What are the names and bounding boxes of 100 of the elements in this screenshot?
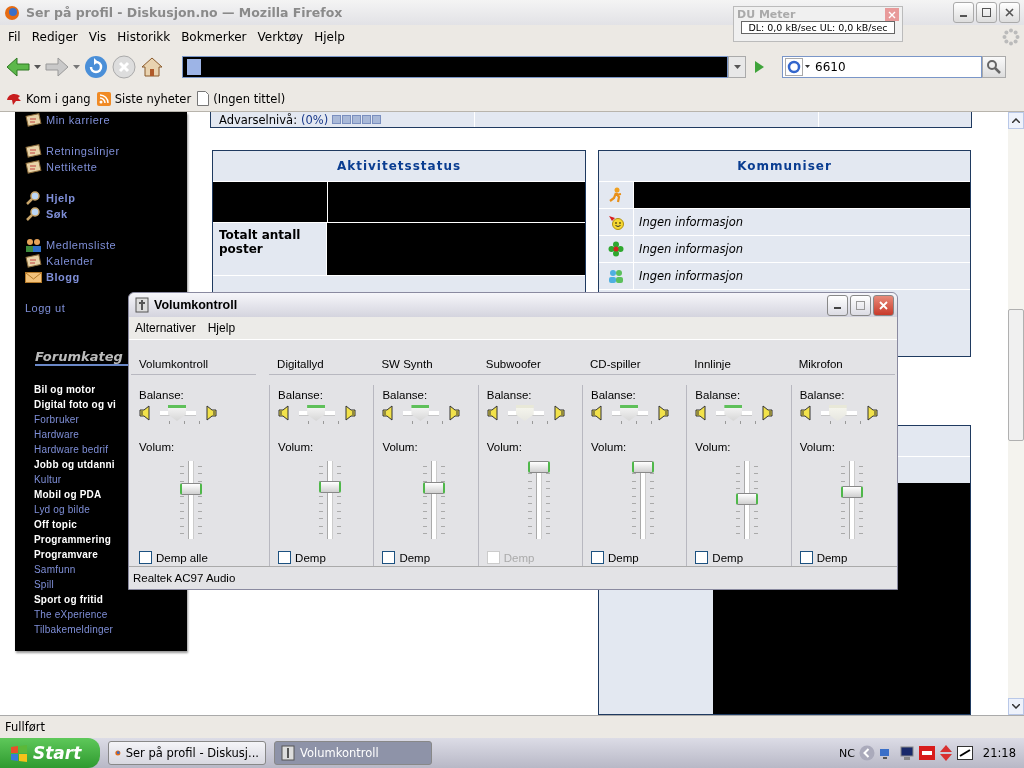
mute-checkbox[interactable]: Demp alle: [139, 551, 267, 564]
minimize-button[interactable]: [953, 2, 974, 23]
sidebar-link[interactable]: Søk: [25, 206, 68, 222]
menu-item[interactable]: Fil: [4, 29, 28, 44]
slider-thumb[interactable]: [319, 480, 342, 493]
category-link[interactable]: Jobb og utdanni: [34, 459, 115, 474]
back-icon[interactable]: [6, 56, 30, 78]
chevron-icon[interactable]: [858, 745, 875, 761]
speaker-icon: [656, 405, 670, 421]
category-link[interactable]: The eXperience: [34, 609, 108, 624]
feed-icon: [96, 91, 111, 106]
sidebar-link[interactable]: Logg ut: [25, 300, 66, 316]
category-link[interactable]: Lyd og bilde: [34, 504, 90, 519]
bookmark-link[interactable]: Siste nyheter: [96, 91, 192, 106]
graphics-card-icon[interactable]: [918, 746, 935, 760]
sidebar-link[interactable]: Hjelp: [25, 190, 76, 206]
stop-icon[interactable]: [112, 55, 136, 79]
notes-icon: [25, 113, 42, 127]
slider-thumb[interactable]: [168, 405, 186, 421]
category-link[interactable]: Kultur: [34, 474, 62, 489]
warning-meter-icon: [332, 115, 382, 124]
table-cell-text: Ingen informasjon: [638, 214, 745, 231]
balance-label: Balanse:: [139, 389, 185, 401]
menu-item[interactable]: Historikk: [113, 29, 178, 44]
category-link[interactable]: Programvare: [34, 549, 98, 564]
speaker-icon: [864, 405, 878, 421]
address-field[interactable]: [182, 56, 728, 78]
slider-thumb[interactable]: [840, 486, 863, 499]
bookmark-link[interactable]: Kom i gang: [6, 91, 91, 106]
sidebar-link[interactable]: Medlemsliste: [25, 237, 117, 253]
people-icon: [608, 268, 624, 284]
volume-slider[interactable]: [177, 461, 205, 539]
caret-icon[interactable]: [73, 65, 80, 69]
reload-icon[interactable]: [84, 55, 108, 79]
category-link[interactable]: Spill: [34, 579, 54, 594]
category-link[interactable]: Programmering: [34, 534, 112, 549]
slider-thumb[interactable]: [632, 461, 655, 473]
category-link[interactable]: Forbruker: [34, 414, 80, 429]
caret-icon[interactable]: [34, 65, 41, 69]
mute-checkbox[interactable]: Demp: [695, 551, 791, 564]
language-indicator[interactable]: NC: [838, 746, 855, 760]
category-link[interactable]: Hardware bedrif: [34, 444, 109, 459]
page-icon: [187, 59, 201, 75]
close-button[interactable]: [873, 294, 894, 316]
search-button[interactable]: [982, 56, 1006, 78]
slider-thumb[interactable]: [724, 405, 743, 421]
sidebar-link[interactable]: Kalender: [25, 253, 95, 269]
category-link[interactable]: Samfunn: [34, 564, 76, 579]
monitor-icon[interactable]: [898, 745, 915, 761]
slider-thumb[interactable]: [180, 482, 202, 495]
minimize-icon: [834, 307, 841, 309]
slider-thumb[interactable]: [423, 482, 446, 495]
menu-item[interactable]: Alternativer: [135, 321, 196, 335]
mute-checkbox[interactable]: Demp: [591, 551, 687, 564]
sidebar-link[interactable]: Blogg: [25, 269, 80, 285]
minimize-button[interactable]: [827, 294, 848, 316]
slider-thumb[interactable]: [620, 405, 639, 421]
slider-thumb[interactable]: [307, 405, 326, 421]
menu-item[interactable]: Hjelp: [310, 29, 352, 44]
sidebar-link[interactable]: Retningslinjer: [25, 143, 120, 159]
caret-icon: [733, 65, 741, 69]
scroll-down-button[interactable]: [1008, 698, 1024, 715]
channel-name: Mikrofon: [790, 344, 895, 375]
bookmark-link[interactable]: (Ingen tittel): [197, 91, 286, 106]
category-link[interactable]: Mobil og PDA: [34, 489, 102, 504]
menu-item[interactable]: Rediger: [27, 29, 85, 44]
mute-checkbox[interactable]: Demp: [382, 551, 478, 564]
mute-checkbox[interactable]: Demp: [278, 551, 374, 564]
menu-item[interactable]: Vis: [84, 29, 114, 44]
scrollbar[interactable]: [1008, 112, 1024, 715]
menu-item[interactable]: Hjelp: [207, 321, 236, 335]
category-link[interactable]: Sport og fritid: [34, 594, 104, 609]
slider-thumb[interactable]: [411, 405, 430, 421]
category-link[interactable]: Hardware: [34, 429, 79, 444]
category-link[interactable]: Digital foto og vi: [34, 399, 116, 414]
scroll-thumb[interactable]: [1008, 309, 1024, 441]
display-icon[interactable]: [956, 746, 973, 760]
menu-item[interactable]: Bokmerker: [177, 29, 254, 44]
slider-thumb[interactable]: [736, 492, 759, 505]
speaker-icon: [551, 405, 565, 421]
taskbar-button[interactable]: Ser på profil - Diskusj...: [108, 741, 266, 765]
slider-thumb[interactable]: [527, 461, 550, 473]
throbber-icon: [1002, 27, 1020, 46]
close-button[interactable]: [999, 2, 1020, 23]
balance-label: Balanse:: [486, 389, 533, 401]
search-field[interactable]: 6610: [782, 56, 982, 78]
sidebar-link[interactable]: Nettikette: [25, 159, 98, 175]
scroll-up-button[interactable]: [1008, 112, 1024, 129]
mute-checkbox[interactable]: Demp: [799, 551, 895, 564]
category-link[interactable]: Tilbakemeldinger: [34, 624, 113, 639]
search-engine-icon[interactable]: [785, 58, 811, 76]
menu-item[interactable]: Verktøy: [253, 29, 311, 44]
sidebar-link[interactable]: Min karriere: [25, 112, 111, 128]
category-link[interactable]: Off topic: [34, 519, 77, 534]
notes-icon: [25, 160, 42, 174]
dropdown-button[interactable]: [728, 56, 746, 78]
category-link[interactable]: Bil og motor: [34, 384, 96, 399]
home-icon[interactable]: [140, 55, 164, 79]
maximize-button[interactable]: [976, 2, 997, 23]
search-icon: [25, 207, 42, 221]
